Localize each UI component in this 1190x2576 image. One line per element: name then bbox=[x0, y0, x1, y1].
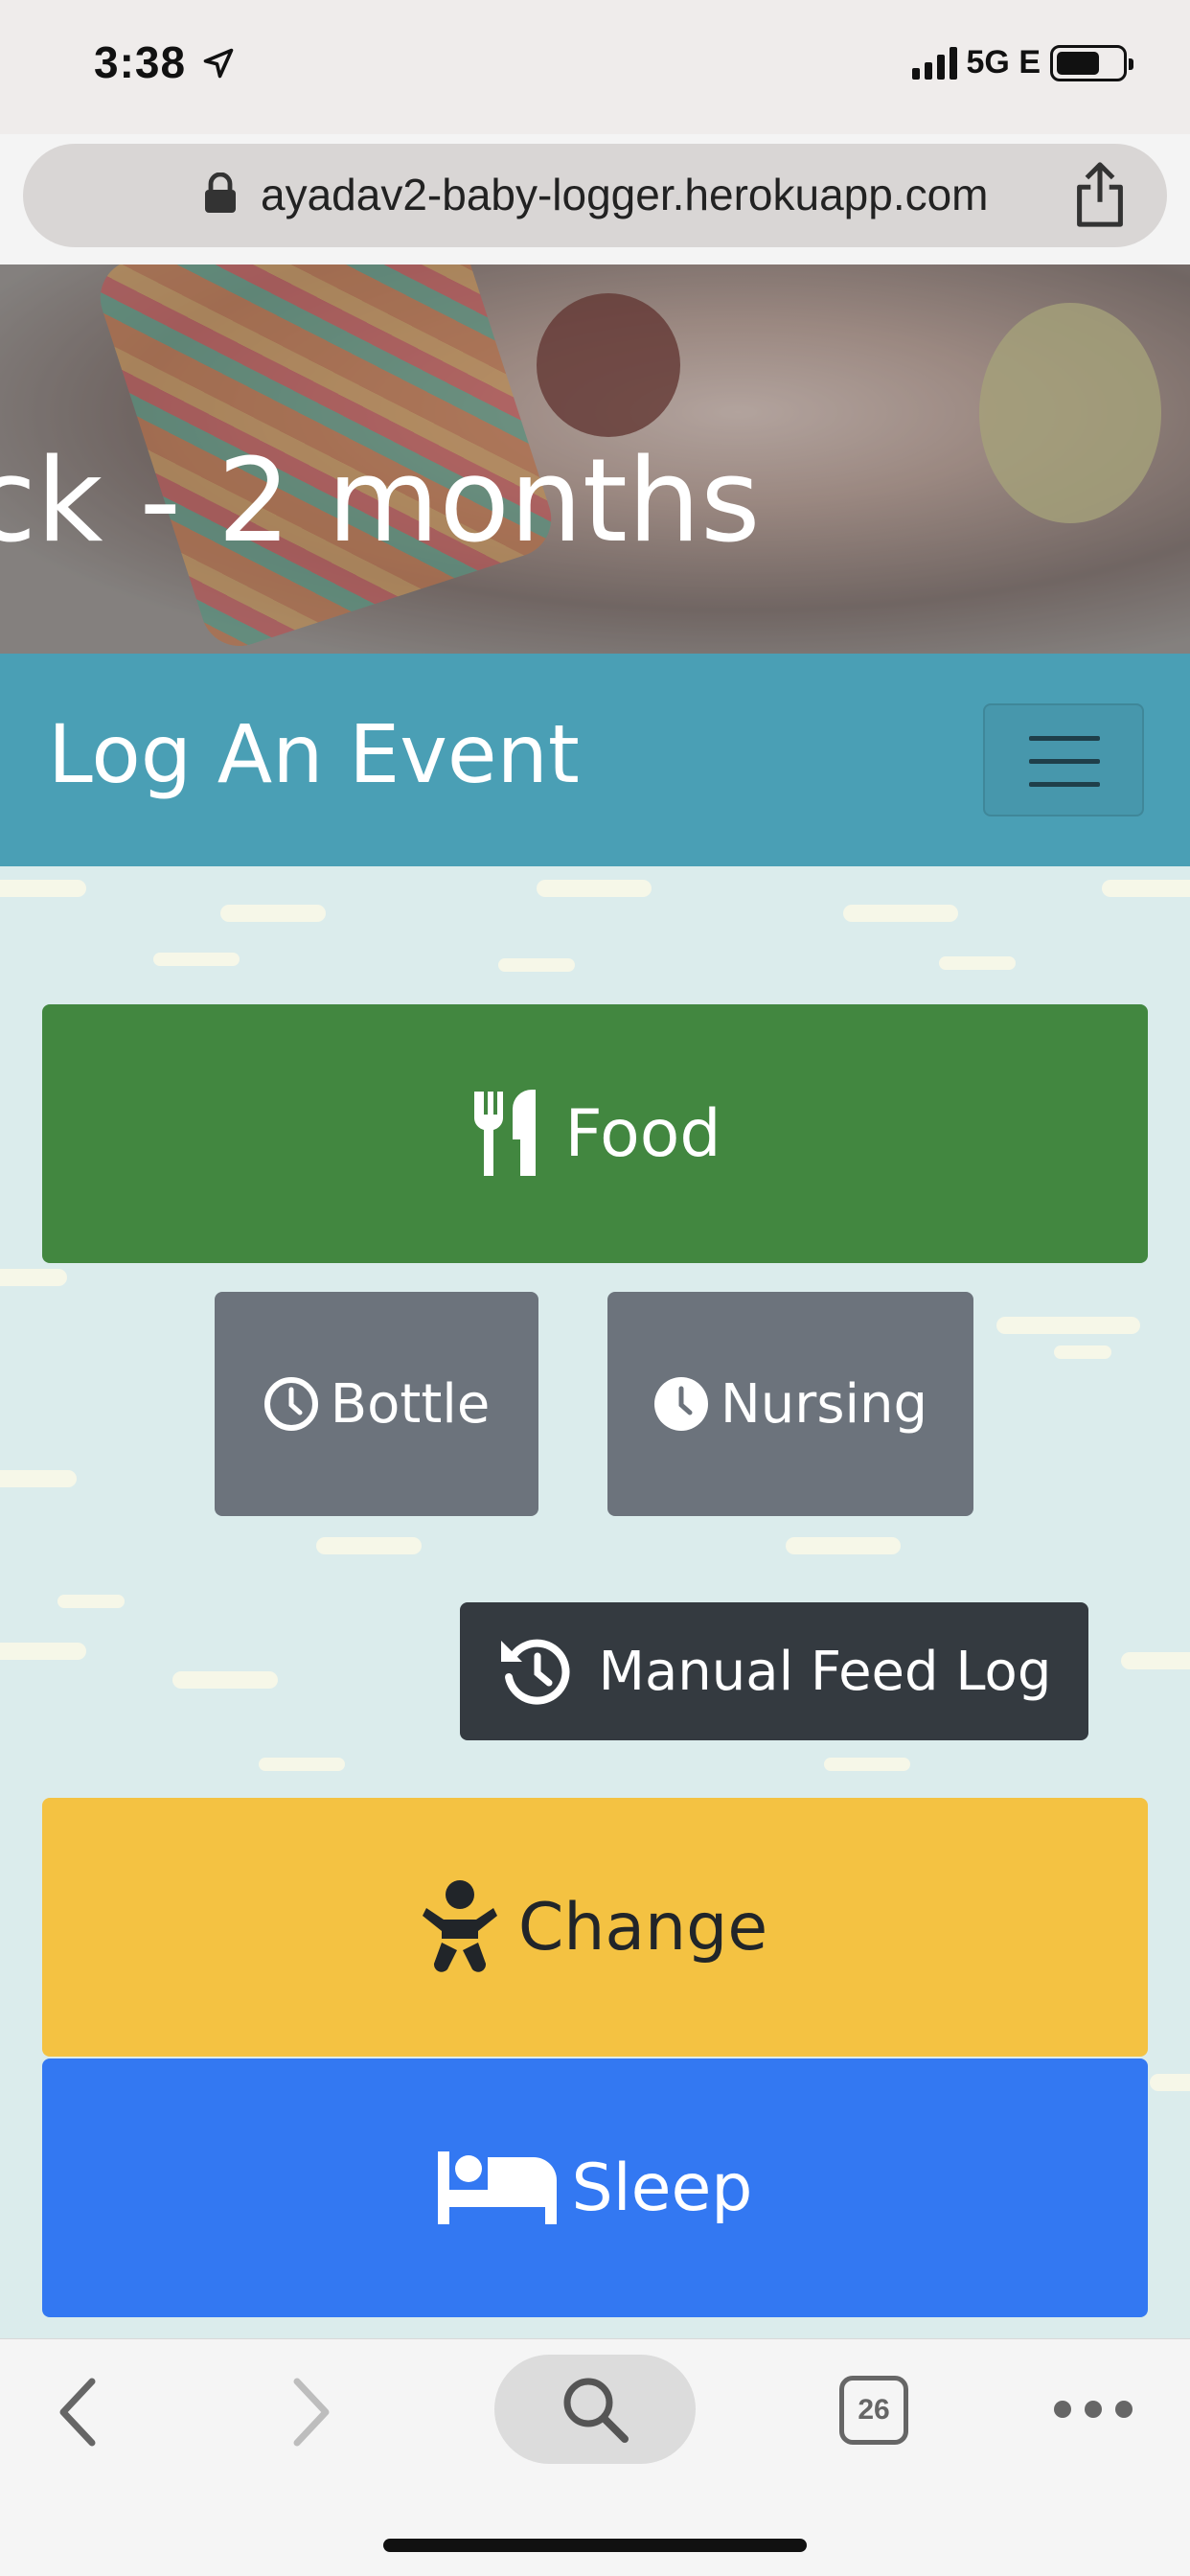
hamburger-menu-icon bbox=[1029, 736, 1100, 741]
bottle-button[interactable]: Bottle bbox=[215, 1292, 538, 1516]
food-label: Food bbox=[564, 1095, 721, 1172]
clock-outline-icon bbox=[263, 1376, 319, 1432]
tab-count: 26 bbox=[858, 2394, 890, 2426]
navbar-toggler-button[interactable] bbox=[983, 703, 1144, 816]
change-label: Change bbox=[517, 1889, 768, 1966]
navbar-brand[interactable]: Log An Event bbox=[48, 707, 580, 801]
address-bar[interactable]: ayadav2-baby-logger.herokuapp.com bbox=[23, 144, 1167, 247]
forward-icon[interactable] bbox=[287, 2376, 335, 2449]
status-indicators: 5G E bbox=[911, 44, 1133, 81]
network-label: 5G E bbox=[966, 44, 1041, 80]
search-button[interactable] bbox=[494, 2355, 696, 2464]
tabs-button[interactable]: 26 bbox=[839, 2376, 908, 2445]
share-icon[interactable] bbox=[1071, 161, 1129, 228]
sleep-label: Sleep bbox=[571, 2150, 753, 2226]
signal-icon bbox=[911, 46, 957, 80]
bottle-label: Bottle bbox=[330, 1372, 491, 1436]
food-button[interactable]: Food bbox=[42, 1004, 1148, 1263]
status-bar: 3:38 5G E bbox=[0, 0, 1190, 134]
clock-solid-icon bbox=[653, 1376, 709, 1432]
navbar: Log An Event bbox=[0, 654, 1190, 866]
hero-title: ck - 2 months bbox=[0, 435, 761, 568]
home-indicator[interactable] bbox=[383, 2539, 807, 2552]
search-icon bbox=[563, 2378, 629, 2443]
event-panel: Food Bottle Nursing Manual Feed Log Chan… bbox=[0, 866, 1190, 2338]
history-icon bbox=[497, 1633, 574, 1710]
location-arrow-icon bbox=[203, 48, 234, 79]
utensils-icon bbox=[469, 1088, 545, 1180]
change-button[interactable]: Change bbox=[42, 1798, 1148, 2057]
manual-feed-log-label: Manual Feed Log bbox=[598, 1640, 1052, 1703]
lock-icon bbox=[205, 172, 236, 213]
baby-icon bbox=[422, 1879, 497, 1975]
manual-feed-log-button[interactable]: Manual Feed Log bbox=[460, 1602, 1088, 1740]
back-icon[interactable] bbox=[54, 2376, 102, 2449]
hero-banner: ck - 2 months bbox=[0, 264, 1190, 654]
status-time: 3:38 bbox=[94, 37, 187, 87]
sleep-button[interactable]: Sleep bbox=[42, 2058, 1148, 2317]
nursing-label: Nursing bbox=[720, 1372, 928, 1436]
bed-icon bbox=[437, 2151, 557, 2224]
url-text: ayadav2-baby-logger.herokuapp.com bbox=[261, 170, 989, 219]
nursing-button[interactable]: Nursing bbox=[607, 1292, 973, 1516]
battery-icon bbox=[1050, 44, 1133, 81]
more-icon[interactable] bbox=[1054, 2401, 1133, 2418]
